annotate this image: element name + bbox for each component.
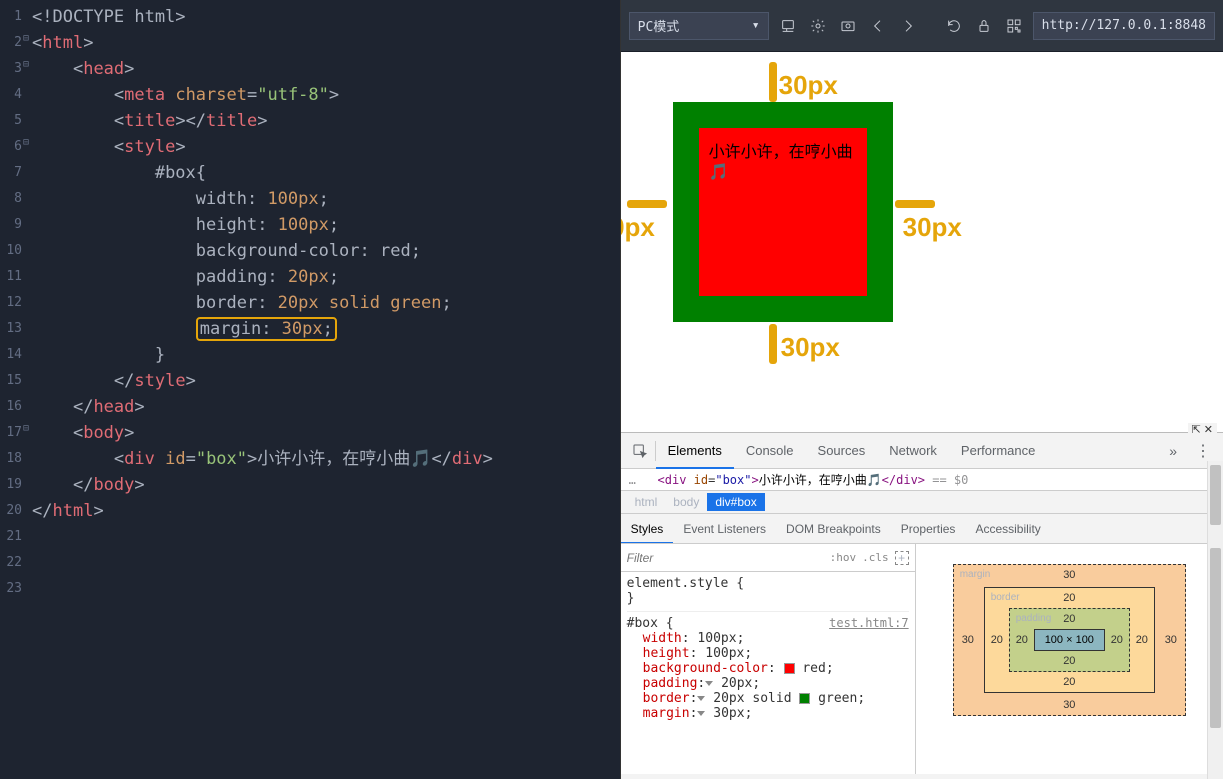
preview-devtools-panel: PC模式 ▾ http://127.0.0.1:8848 小许小许，在哼小曲🎵 … <box>620 0 1223 779</box>
margin-mark-right <box>895 200 935 208</box>
devtools-menu-icon[interactable]: ⋮ <box>1187 441 1219 461</box>
snapshot-icon[interactable] <box>837 15 859 37</box>
margin-mark-bottom <box>769 324 777 364</box>
subtab-event-listeners[interactable]: Event Listeners <box>673 514 776 544</box>
margin-annotation-bottom: 30px <box>781 332 840 363</box>
qr-icon[interactable] <box>1003 15 1025 37</box>
tab-sources[interactable]: Sources <box>806 433 878 469</box>
styles-subtabs: Styles Event Listeners DOM Breakpoints P… <box>621 514 1223 544</box>
preview-box-content: 小许小许，在哼小曲🎵 <box>699 128 867 296</box>
box-model-diagram: margin 30 30 30 30 border 20 20 20 20 <box>953 564 1186 716</box>
margin-mark-top <box>769 62 777 102</box>
gear-icon[interactable] <box>807 15 829 37</box>
tab-console[interactable]: Console <box>734 433 806 469</box>
highlighted-margin-rule: margin: 30px; <box>196 317 337 341</box>
preview-box: 小许小许，在哼小曲🎵 <box>673 102 893 322</box>
box-model-pane: margin 30 30 30 30 border 20 20 20 20 <box>916 544 1223 774</box>
hov-toggle[interactable]: :hov <box>830 551 857 564</box>
cls-toggle[interactable]: .cls <box>862 551 889 564</box>
elements-tree[interactable]: … <div id="box">小许小许，在哼小曲🎵</div> == $0 <box>621 469 1223 491</box>
devtools-panel: ⇱ ✕ Elements Console Sources Network Per… <box>621 432 1223 779</box>
expand-icon[interactable] <box>705 681 713 686</box>
browser-preview: 小许小许，在哼小曲🎵 30px 30px 30px 30px <box>621 52 1223 432</box>
elements-breadcrumb: html body div#box <box>621 491 1223 514</box>
styles-filter-input[interactable] <box>627 551 824 565</box>
chevron-down-icon: ▾ <box>752 18 760 33</box>
devtools-tabs: Elements Console Sources Network Perform… <box>621 433 1223 469</box>
source-link[interactable]: test.html:7 <box>829 616 908 630</box>
lock-icon[interactable] <box>973 15 995 37</box>
code-editor[interactable]: 1234567891011121314151617181920212223 ⊟⊟… <box>0 0 620 779</box>
margin-label: margin <box>960 569 991 580</box>
css-rules[interactable]: element.style { } #box {test.html:7 widt… <box>621 572 915 725</box>
code-content[interactable]: <!DOCTYPE html> <html> <head> <meta char… <box>32 4 493 524</box>
device-icon[interactable] <box>777 15 799 37</box>
subtab-accessibility[interactable]: Accessibility <box>965 514 1050 544</box>
inspect-icon[interactable] <box>625 443 655 459</box>
margin-annotation-left: 30px <box>621 212 655 243</box>
tab-performance[interactable]: Performance <box>949 433 1047 469</box>
color-swatch-red[interactable] <box>784 663 795 674</box>
refresh-icon[interactable] <box>943 15 965 37</box>
margin-annotation-top: 30px <box>779 70 838 101</box>
forward-icon[interactable] <box>897 15 919 37</box>
padding-label: padding <box>1016 613 1052 624</box>
tab-elements[interactable]: Elements <box>656 433 734 469</box>
margin-mark-left <box>627 200 667 208</box>
devtools-dock-controls[interactable]: ⇱ ✕ <box>1188 423 1218 436</box>
back-icon[interactable] <box>867 15 889 37</box>
border-label: border <box>991 592 1020 603</box>
url-bar[interactable]: http://127.0.0.1:8848 <box>1033 12 1215 40</box>
color-swatch-green[interactable] <box>799 693 810 704</box>
styles-pane: :hov .cls + element.style { } #box {test… <box>621 544 916 774</box>
expand-icon[interactable] <box>697 696 705 701</box>
margin-annotation-right: 30px <box>903 212 962 243</box>
devtools-body: :hov .cls + element.style { } #box {test… <box>621 544 1223 774</box>
scrollbar[interactable] <box>1207 544 1223 774</box>
subtab-properties[interactable]: Properties <box>891 514 966 544</box>
tabs-overflow-icon[interactable]: » <box>1159 443 1187 459</box>
subtab-dom-breakpoints[interactable]: DOM Breakpoints <box>776 514 891 544</box>
styles-filter-row: :hov .cls + <box>621 544 915 572</box>
subtab-styles[interactable]: Styles <box>621 514 674 544</box>
crumb-body[interactable]: body <box>665 493 707 511</box>
fold-gutter: ⊟⊟⊟⊟ <box>20 0 32 598</box>
mode-select[interactable]: PC模式 ▾ <box>629 12 769 40</box>
expand-icon[interactable] <box>697 711 705 716</box>
tab-network[interactable]: Network <box>877 433 949 469</box>
crumb-divbox[interactable]: div#box <box>707 493 764 511</box>
mode-label: PC模式 <box>638 16 680 35</box>
new-rule-button[interactable]: + <box>895 551 909 565</box>
app-root: 1234567891011121314151617181920212223 ⊟⊟… <box>0 0 1223 779</box>
crumb-html[interactable]: html <box>627 493 666 511</box>
browser-toolbar: PC模式 ▾ http://127.0.0.1:8848 <box>621 0 1223 52</box>
content-dimensions: 100 × 100 <box>1034 629 1105 651</box>
